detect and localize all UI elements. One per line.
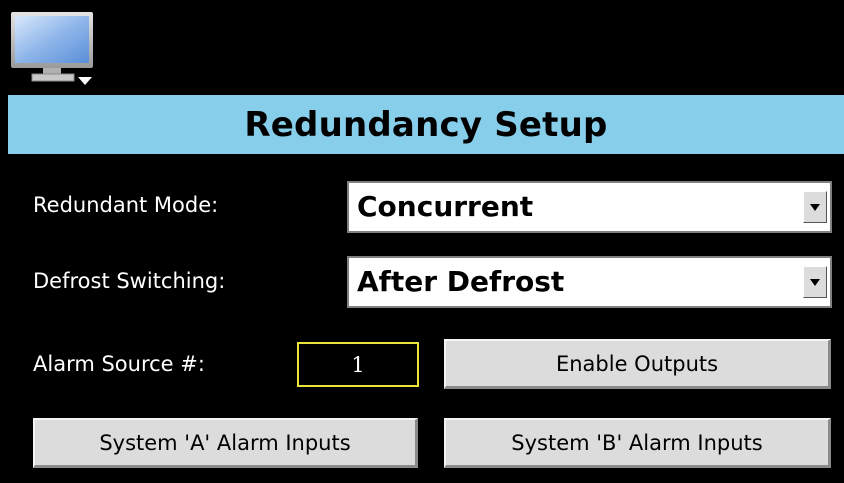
enable-outputs-button[interactable]: Enable Outputs [444,339,831,389]
defrost-switching-label: Defrost Switching: [33,269,226,293]
chevron-down-icon[interactable] [803,266,827,298]
redundant-mode-value: Concurrent [357,190,534,223]
chevron-down-icon[interactable] [803,191,827,223]
monitor-icon[interactable] [10,11,96,87]
alarm-source-label: Alarm Source #: [33,352,205,376]
redundant-mode-dropdown[interactable]: Concurrent [347,181,832,233]
redundant-mode-label: Redundant Mode: [33,193,219,217]
title-bar: Redundancy Setup [8,95,844,154]
system-a-alarm-inputs-button[interactable]: System 'A' Alarm Inputs [33,418,418,468]
system-b-alarm-inputs-button[interactable]: System 'B' Alarm Inputs [444,418,831,468]
alarm-source-field[interactable]: 1 [297,342,419,387]
defrost-switching-dropdown[interactable]: After Defrost [347,256,832,308]
redundancy-setup-screen: Redundancy Setup Redundant Mode: Concurr… [0,0,844,483]
page-title: Redundancy Setup [244,104,608,145]
defrost-switching-value: After Defrost [357,265,565,298]
